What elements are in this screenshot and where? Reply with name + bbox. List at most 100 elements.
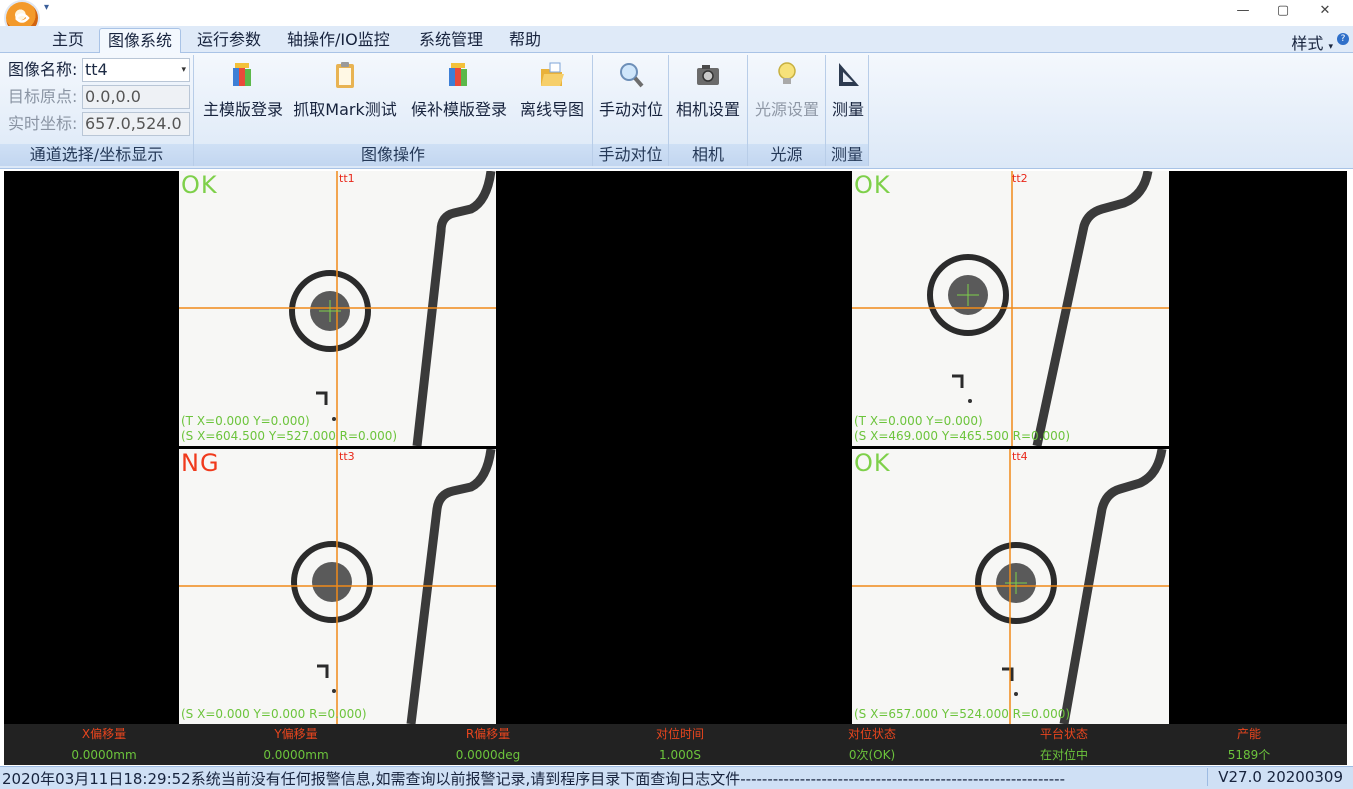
main-template-login-button[interactable]: 主模版登录 (198, 57, 288, 145)
candidate-template-login-button[interactable]: 候补模版登录 (404, 57, 514, 145)
lightbulb-icon (778, 62, 796, 84)
title-bar: ▾ — ▢ ✕ (0, 0, 1353, 34)
light-settings-button[interactable]: 光源设置 (750, 57, 824, 145)
group-label-camera: 相机 (669, 144, 747, 166)
info-header: 产能 (1236, 727, 1261, 741)
folder-open-icon (541, 62, 564, 86)
main-template-login-label: 主模版登录 (202, 100, 283, 119)
camera-settings-button[interactable]: 相机设置 (672, 57, 744, 145)
manual-align-button[interactable]: 手动对位 (595, 57, 667, 145)
group-camera: 相机设置 相机 (669, 55, 748, 166)
camera-view-2[interactable]: OK tt2 (T X=0.000 Y=0.000) (S X=469.000 … (852, 171, 1169, 446)
camera-view-4[interactable]: OK tt4 (S X=657.000 Y=524.000 R=0.000) (852, 449, 1169, 724)
camera-1-sample-coords: (S X=604.500 Y=527.000 R=0.000) (181, 429, 398, 443)
camera-4-id: tt4 (1012, 450, 1028, 463)
origin-field: 0.0,0.0 (82, 85, 190, 109)
image-viewer: OK tt1 (T X=0.000 Y=0.000) (S X=604.500 … (4, 171, 1347, 724)
info-value: 0.0000deg (455, 748, 521, 762)
tab-system-management[interactable]: 系统管理 (411, 28, 491, 52)
triangle-ruler-icon (839, 63, 859, 86)
measure-label: 测量 (831, 100, 864, 119)
info-header: Y偏移量 (274, 727, 318, 741)
info-x-offset: X偏移量 0.0000mm (9, 724, 199, 765)
status-message: 2020年03月11日18:29:52系统当前没有任何报警信息,如需查询以前报警… (2, 770, 1066, 788)
image-name-select[interactable]: tt4 ▾ (82, 58, 190, 82)
group-image-ops: 主模版登录 抓取Mark测试 候补模版登录 离线导图 图像操作 (194, 55, 593, 166)
light-settings-label: 光源设置 (754, 100, 819, 119)
group-label-channel: 通道选择/坐标显示 (0, 144, 193, 166)
alignment-info-bar: X偏移量 0.0000mm Y偏移量 0.0000mm R偏移量 0.0000d… (4, 724, 1347, 765)
books-icon (449, 63, 467, 86)
manual-align-label: 手动对位 (598, 100, 663, 119)
info-platform-status: 平台状态 在对位中 (969, 724, 1159, 765)
camera-3-id: tt3 (339, 450, 355, 463)
help-icon[interactable]: ? (1337, 33, 1349, 45)
group-channel-coords: 图像名称: tt4 ▾ 目标原点: 0.0,0.0 实时坐标: 657.0,52… (0, 55, 194, 166)
offline-import-label: 离线导图 (519, 100, 584, 119)
group-measure: 测量 测量 (826, 55, 869, 166)
info-value: 0.0000mm (71, 748, 137, 762)
info-header: R偏移量 (465, 727, 511, 741)
grab-mark-test-label: 抓取Mark测试 (293, 100, 397, 119)
group-label-manual-align: 手动对位 (593, 144, 668, 166)
camera-2-status: OK (854, 171, 891, 199)
camera-2-id: tt2 (1012, 172, 1028, 185)
style-menu-label: 样式 (1291, 34, 1324, 53)
camera-3-sample-coords: (S X=0.000 Y=0.000 R=0.000) (181, 707, 367, 721)
info-value: 1.000S (659, 748, 701, 762)
info-header: 对位状态 (847, 727, 896, 741)
image-name-value: tt4 (85, 60, 108, 79)
camera-1-id: tt1 (339, 172, 355, 185)
realtime-field: 657.0,524.0 (82, 112, 190, 136)
image-name-row: 图像名称: tt4 ▾ (0, 58, 193, 82)
style-menu[interactable]: 样式 ▾ (1291, 30, 1333, 54)
minimize-button[interactable]: — (1228, 3, 1258, 18)
restore-button[interactable]: ▢ (1268, 3, 1298, 18)
info-value: 0次(OK) (848, 748, 896, 762)
clipboard-icon (336, 62, 354, 88)
info-header: X偏移量 (81, 727, 127, 741)
magnifier-icon (620, 63, 644, 88)
ribbon-tab-bar: 主页 图像系统 运行参数 轴操作/IO监控 系统管理 帮助 样式 ▾ ? (0, 26, 1353, 53)
tab-image-system[interactable]: 图像系统 (99, 28, 182, 53)
tab-help[interactable]: 帮助 (501, 28, 549, 52)
group-manual-align: 手动对位 手动对位 (593, 55, 669, 166)
camera-view-1[interactable]: OK tt1 (T X=0.000 Y=0.000) (S X=604.500 … (179, 171, 496, 446)
camera-image-3 (179, 449, 496, 724)
origin-row: 目标原点: 0.0,0.0 (0, 85, 193, 109)
tab-axis-io[interactable]: 轴操作/IO监控 (279, 28, 398, 52)
chevron-down-icon: ▾ (1328, 42, 1333, 52)
grab-mark-test-button[interactable]: 抓取Mark测试 (290, 57, 400, 145)
camera-2-sample-coords: (S X=469.000 Y=465.500 R=0.000) (854, 429, 1071, 443)
quick-access-dropdown-icon[interactable]: ▾ (44, 2, 49, 13)
info-header: 平台状态 (1039, 727, 1088, 741)
group-label-image-ops: 图像操作 (194, 144, 592, 166)
info-header: 对位时间 (655, 727, 704, 741)
group-label-measure: 测量 (826, 144, 868, 166)
camera-settings-label: 相机设置 (675, 100, 740, 119)
offline-import-button[interactable]: 离线导图 (516, 57, 588, 145)
info-r-offset: R偏移量 0.0000deg (393, 724, 583, 765)
chevron-down-icon: ▾ (181, 65, 186, 75)
info-align-time: 对位时间 1.000S (585, 724, 775, 765)
camera-4-sample-coords: (S X=657.000 Y=524.000 R=0.000) (854, 707, 1071, 721)
group-label-light: 光源 (748, 144, 825, 166)
camera-image-2 (852, 171, 1169, 446)
candidate-template-login-label: 候补模版登录 (410, 100, 507, 119)
info-value: 在对位中 (1039, 748, 1088, 762)
camera-image-4 (852, 449, 1169, 724)
camera-3-status: NG (181, 449, 220, 477)
camera-icon (697, 65, 719, 85)
camera-2-target-coords: (T X=0.000 Y=0.000) (854, 414, 983, 428)
realtime-row: 实时坐标: 657.0,524.0 (0, 112, 193, 136)
tab-home[interactable]: 主页 (44, 28, 92, 52)
camera-view-3[interactable]: NG tt3 (S X=0.000 Y=0.000 R=0.000) (179, 449, 496, 724)
camera-1-target-coords: (T X=0.000 Y=0.000) (181, 414, 310, 428)
ribbon-panel: 图像名称: tt4 ▾ 目标原点: 0.0,0.0 实时坐标: 657.0,52… (0, 53, 1353, 169)
measure-button[interactable]: 测量 (828, 57, 868, 145)
group-light: 光源设置 光源 (748, 55, 826, 166)
tab-run-params[interactable]: 运行参数 (189, 28, 269, 52)
info-capacity: 产能 5189个 (1154, 724, 1344, 765)
close-button[interactable]: ✕ (1310, 3, 1340, 18)
info-value: 0.0000mm (263, 748, 329, 762)
